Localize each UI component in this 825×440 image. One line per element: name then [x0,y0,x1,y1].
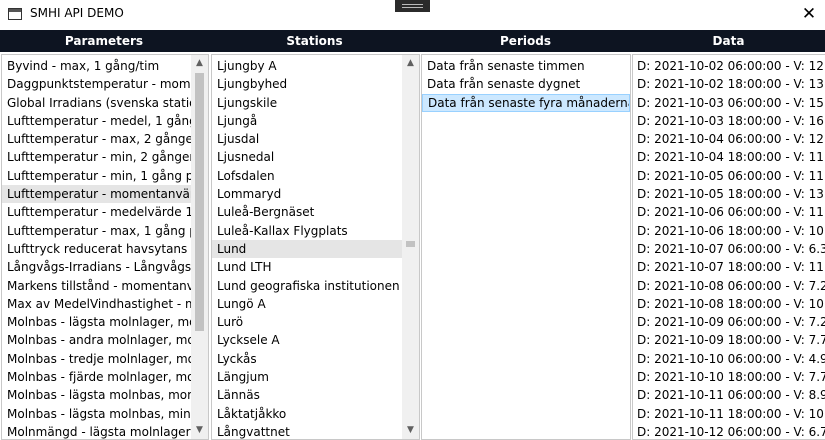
scroll-thumb[interactable] [195,73,204,331]
parameter-list-item[interactable]: Lufttemperatur - min, 2 gånger per dygn [2,148,192,166]
station-list-item[interactable]: Ljungskile [212,94,402,112]
station-list-item[interactable]: Luleå-Kallax Flygplats [212,222,402,240]
data-list-item[interactable]: D: 2021-10-12 06:00:00 - V: 6.7 [633,423,825,439]
parameter-list-item[interactable]: Molnbas - lägsta molnbas, momentanvärde [2,386,192,404]
data-list-item[interactable]: D: 2021-10-11 06:00:00 - V: 8.9 [633,386,825,404]
station-list-item[interactable]: Längjum [212,368,402,386]
station-list-item[interactable]: Lund [212,239,402,259]
data-list-item[interactable]: D: 2021-10-08 06:00:00 - V: 7.2 [633,277,825,295]
data-list[interactable]: D: 2021-10-02 06:00:00 - V: 12.0 D: 2021-… [632,54,825,440]
station-list-item[interactable]: Ljungbyhed [212,75,402,93]
station-list-item[interactable]: Långvattnet [212,423,402,439]
data-list-item[interactable]: D: 2021-10-05 18:00:00 - V: 13.8 [633,185,825,203]
station-list-item[interactable]: Ljusnedal [212,148,402,166]
data-list-item[interactable]: D: 2021-10-10 06:00:00 - V: 4.9 [633,350,825,368]
scroll-up-arrow-icon[interactable]: ▲ [402,55,419,72]
data-list-item[interactable]: D: 2021-10-08 18:00:00 - V: 10.7 [633,295,825,313]
header-stations: Stations [286,34,343,48]
parameter-list-item[interactable]: Lufttemperatur - min, 1 gång per dygn [2,167,192,185]
parameter-list-item[interactable]: Molnbas - lägsta molnbas, min under 15 m… [2,405,192,423]
scroll-thumb[interactable] [406,241,415,247]
period-list-item[interactable]: Data från senaste timmen [422,57,630,75]
periods-list[interactable]: Data från senaste timmen Data från senast… [421,54,631,440]
data-list-item[interactable]: D: 2021-10-02 06:00:00 - V: 12.0 [633,57,825,75]
data-list-item[interactable]: D: 2021-10-11 18:00:00 - V: 10.7 [633,405,825,423]
header-parameters: Parameters [64,34,144,48]
parameter-list-item[interactable]: Molnbas - lägsta molnlager, momentanvärd… [2,313,192,331]
parameter-list-item[interactable]: Långvågs-Irradians - Långvågsstrålning, … [2,258,192,276]
window-title: SMHI API DEMO [30,6,124,20]
parameter-list-item[interactable]: Lufttemperatur - medelvärde 1 dygn, 1 gå… [2,203,192,221]
header-data: Data [712,34,745,48]
data-list-item[interactable]: D: 2021-10-06 06:00:00 - V: 11.4 [633,203,825,221]
period-list-item[interactable]: Data från senaste fyra månaderna [422,93,630,112]
title-bar[interactable]: SMHI API DEMO ✕ [0,0,825,30]
station-list-item[interactable]: Lund LTH [212,258,402,276]
parameter-list-item[interactable]: Lufttemperatur - max, 2 gånger per dygn [2,130,192,148]
app-window-icon [8,8,22,20]
station-list-item[interactable]: Ljungby A [212,57,402,75]
station-list-item[interactable]: Lund geografiska institutionen [212,277,402,295]
parameter-list-item[interactable]: Molnbas - tredje molnlager, momentanvärd… [2,350,192,368]
data-list-item[interactable]: D: 2021-10-02 18:00:00 - V: 13.2 [633,75,825,93]
column-header-bar: Parameters Stations Periods Data [0,30,825,52]
parameter-list-item[interactable]: Lufttemperatur - momentanvärde, 1 gång/t… [2,185,192,204]
drag-handle-icon[interactable] [395,0,430,12]
parameter-list-item[interactable]: Global Irradians (svenska stationer), ti… [2,94,192,112]
parameter-list-item[interactable]: Lufttemperatur - medel, 1 gång per dygn [2,112,192,130]
station-list-item[interactable]: Ljungå [212,112,402,130]
scroll-down-arrow-icon[interactable]: ▼ [402,422,419,439]
station-list-item[interactable]: Lungö A [212,295,402,313]
period-list-item[interactable]: Data från senaste dygnet [422,75,630,93]
data-list-item[interactable]: D: 2021-10-06 18:00:00 - V: 10.2 [633,222,825,240]
data-list-item[interactable]: D: 2021-10-09 06:00:00 - V: 7.2 [633,313,825,331]
close-button[interactable]: ✕ [796,2,822,26]
data-list-item[interactable]: D: 2021-10-05 06:00:00 - V: 11.2 [633,167,825,185]
parameter-list-item[interactable]: Max av MedelVindhastighet - maximum av m… [2,295,192,313]
data-list-item[interactable]: D: 2021-10-07 06:00:00 - V: 6.3 [633,240,825,258]
data-list-item[interactable]: D: 2021-10-07 18:00:00 - V: 11.6 [633,258,825,276]
station-list-item[interactable]: Ljusdal [212,130,402,148]
stations-list[interactable]: Ljungby A Ljungbyhed Ljungskile Ljungå Ljusd… [211,54,420,440]
parameter-list-item[interactable]: Molnbas - fjärde molnlager, momentanvärd… [2,368,192,386]
data-list-item[interactable]: D: 2021-10-03 06:00:00 - V: 15.2 [633,94,825,112]
data-list-item[interactable]: D: 2021-10-04 18:00:00 - V: 11.8 [633,148,825,166]
scroll-down-arrow-icon[interactable]: ▼ [191,422,208,439]
data-list-item[interactable]: D: 2021-10-04 06:00:00 - V: 12.5 [633,130,825,148]
stations-scrollbar[interactable]: ▲ ▼ [402,55,419,439]
header-periods: Periods [500,34,551,48]
parameter-list-item[interactable]: Lufttemperatur - max, 1 gång per dygn [2,222,192,240]
station-list-item[interactable]: Lurö [212,313,402,331]
station-list-item[interactable]: Lännäs [212,386,402,404]
station-list-item[interactable]: Lommaryd [212,185,402,203]
parameter-list-item[interactable]: Markens tillstånd - momentanvärde, 1 gån… [2,277,192,295]
station-list-item[interactable]: Lofsdalen [212,167,402,185]
parameter-list-item[interactable]: Lufttryck reducerat havsytans nivå - mom… [2,240,192,258]
parameter-list-item[interactable]: Molnmängd - lägsta molnlager, momentanvä… [2,423,192,439]
data-list-item[interactable]: D: 2021-10-10 18:00:00 - V: 7.7 [633,368,825,386]
data-list-item[interactable]: D: 2021-10-03 18:00:00 - V: 16.5 [633,112,825,130]
station-list-item[interactable]: Låktatjåkko [212,405,402,423]
scroll-up-arrow-icon[interactable]: ▲ [191,55,208,72]
station-list-item[interactable]: Luleå-Bergnäset [212,203,402,221]
parameters-scrollbar[interactable]: ▲ ▼ [191,55,208,439]
data-list-item[interactable]: D: 2021-10-09 18:00:00 - V: 7.7 [633,331,825,349]
parameter-list-item[interactable]: Daggpunktstemperatur - momentanvärde, 1 … [2,75,192,93]
station-list-item[interactable]: Lycksele A [212,331,402,349]
parameter-list-item[interactable]: Byvind - max, 1 gång/tim [2,57,192,75]
station-list-item[interactable]: Lyckås [212,350,402,368]
parameters-list[interactable]: Byvind - max, 1 gång/tim Daggpunktstemper… [1,54,209,440]
parameter-list-item[interactable]: Molnbas - andra molnlager, momentanvärde [2,331,192,349]
